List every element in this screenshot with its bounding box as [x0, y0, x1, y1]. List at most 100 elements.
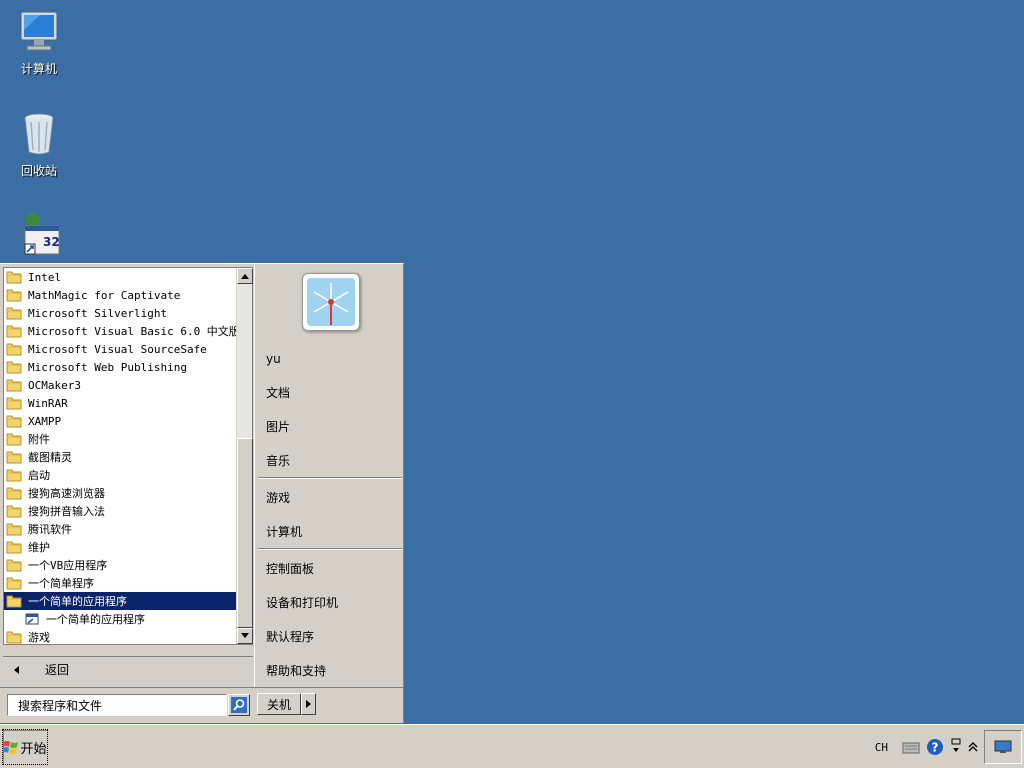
program-list-item-label: WinRAR [28, 396, 68, 410]
program-list-item-label: 一个简单的应用程序 [46, 613, 145, 626]
keyboard-icon[interactable] [902, 737, 920, 757]
program-list-item[interactable]: 维护 [4, 538, 238, 556]
program-list-item[interactable]: 一个简单程序 [4, 574, 238, 592]
computer-icon [15, 8, 63, 56]
program-list-item[interactable]: 一个简单的应用程序 [4, 610, 238, 628]
help-icon[interactable]: ? [926, 737, 944, 757]
shutdown-label: 关机 [266, 697, 291, 712]
program-list-item-label: 启动 [28, 469, 50, 482]
folder-icon [6, 432, 22, 446]
program-list-item-label: 一个VB应用程序 [28, 559, 108, 572]
start-button[interactable]: 开始 [2, 729, 48, 765]
search-placeholder: 搜索程序和文件 [18, 698, 103, 713]
menu-item-music[interactable]: 音乐 [266, 449, 290, 471]
arrow-up-icon [241, 274, 249, 279]
folder-icon [6, 414, 22, 428]
show-desktop-button[interactable] [984, 730, 1022, 764]
program-list-item[interactable]: 搜狗拼音输入法 [4, 502, 238, 520]
program-list-item[interactable]: 搜狗高速浏览器 [4, 484, 238, 502]
back-label: 返回 [45, 663, 70, 677]
search-input[interactable]: 搜索程序和文件 [7, 694, 227, 716]
svg-text:32: 32 [43, 235, 60, 249]
ime-options-icon[interactable] [950, 737, 962, 757]
windows-logo-icon [3, 741, 19, 754]
program-list-item[interactable]: Microsoft Web Publishing [4, 358, 238, 376]
start-menu-right-panel: yu 文档 图片 音乐 游戏 计算机 控制面板 设备和打印机 默认程序 帮助和支… [256, 264, 404, 687]
folder-icon [6, 576, 22, 590]
program-list-item[interactable]: WinRAR [4, 394, 238, 412]
program-list-scrollbar[interactable] [236, 268, 253, 644]
all-programs-panel: Intel MathMagic for Captivate Microsoft Si… [3, 267, 253, 645]
menu-item-control-panel[interactable]: 控制面板 [266, 557, 314, 579]
menu-separator [258, 548, 402, 550]
scroll-thumb[interactable] [237, 438, 253, 628]
desktop-icon-computer[interactable]: 计算机 [4, 8, 74, 77]
program-list-item[interactable]: Microsoft Visual Basic 6.0 中文版 [4, 322, 238, 340]
desktop-icon-vb-shortcut[interactable]: 32 [4, 210, 74, 262]
program-list-item[interactable]: OCMaker3 [4, 376, 238, 394]
program-list-item-label: MathMagic for Captivate [28, 288, 181, 302]
program-list-item-label: 搜狗高速浏览器 [28, 487, 105, 500]
program-list-item[interactable]: 附件 [4, 430, 238, 448]
program-list-item[interactable]: Microsoft Silverlight [4, 304, 238, 322]
program-list-item[interactable]: Microsoft Visual SourceSafe [4, 340, 238, 358]
folder-icon [6, 540, 22, 554]
vb-shortcut-icon: 32 [15, 210, 63, 258]
folder-icon [6, 468, 22, 482]
menu-item-devices-printers[interactable]: 设备和打印机 [266, 591, 338, 613]
folder-icon [6, 360, 22, 374]
shutdown-options-button[interactable] [301, 693, 316, 715]
program-list-item-label: 截图精灵 [28, 451, 72, 464]
menu-separator [258, 477, 402, 479]
system-tray: CH ? [875, 729, 1024, 765]
program-list-item[interactable]: 一个VB应用程序 [4, 556, 238, 574]
application-icon [24, 612, 40, 626]
program-list-item[interactable]: Intel [4, 268, 238, 286]
menu-item-documents[interactable]: 文档 [266, 381, 290, 403]
folder-icon [6, 288, 22, 302]
folder-icon [6, 486, 22, 500]
folder-icon [6, 342, 22, 356]
folder-icon [6, 504, 22, 518]
program-list-item[interactable]: 一个简单的应用程序 [4, 592, 238, 610]
program-list-item[interactable]: 游戏 [4, 628, 238, 644]
shutdown-button[interactable]: 关机 [257, 693, 301, 715]
program-list-item[interactable]: 腾讯软件 [4, 520, 238, 538]
menu-item-pictures[interactable]: 图片 [266, 415, 290, 437]
chevron-up-icon[interactable] [968, 737, 978, 757]
menu-item-games[interactable]: 游戏 [266, 486, 290, 508]
program-list-item-label: Microsoft Visual SourceSafe [28, 342, 207, 356]
svg-text:?: ? [932, 741, 939, 755]
user-avatar[interactable] [302, 273, 360, 331]
start-label: 开始 [20, 741, 47, 757]
program-list-item[interactable]: MathMagic for Captivate [4, 286, 238, 304]
menu-item-help-support[interactable]: 帮助和支持 [266, 659, 326, 681]
program-list-item-label: 一个简单程序 [28, 577, 94, 590]
user-name[interactable]: yu [266, 348, 281, 370]
desktop-icon-label: 计算机 [20, 62, 57, 76]
desktop-icon-label: 回收站 [20, 164, 57, 178]
program-list-item-label: OCMaker3 [28, 378, 81, 392]
display-icon [994, 740, 1012, 753]
program-list-item[interactable]: 截图精灵 [4, 448, 238, 466]
folder-icon [6, 324, 22, 338]
search-button[interactable] [228, 694, 250, 716]
program-list-item[interactable]: 启动 [4, 466, 238, 484]
menu-item-default-programs[interactable]: 默认程序 [266, 625, 314, 647]
folder-icon [6, 306, 22, 320]
menu-item-computer[interactable]: 计算机 [266, 520, 302, 542]
language-indicator[interactable]: CH [875, 737, 888, 757]
folder-icon [6, 594, 22, 608]
program-list-item-label: 一个简单的应用程序 [28, 595, 127, 608]
back-button[interactable]: 返回 [3, 656, 253, 682]
program-list-item[interactable]: XAMPP [4, 412, 238, 430]
scroll-up-button[interactable] [237, 268, 253, 284]
arrow-down-icon [241, 633, 249, 638]
folder-icon [6, 630, 22, 644]
panel-divider [254, 264, 255, 687]
arrow-right-icon [306, 700, 311, 708]
user-picture-icon [307, 278, 355, 326]
scroll-down-button[interactable] [237, 628, 253, 644]
taskbar: 开始 CH ? [0, 724, 1024, 768]
desktop-icon-recycle-bin[interactable]: 回收站 [4, 110, 74, 179]
